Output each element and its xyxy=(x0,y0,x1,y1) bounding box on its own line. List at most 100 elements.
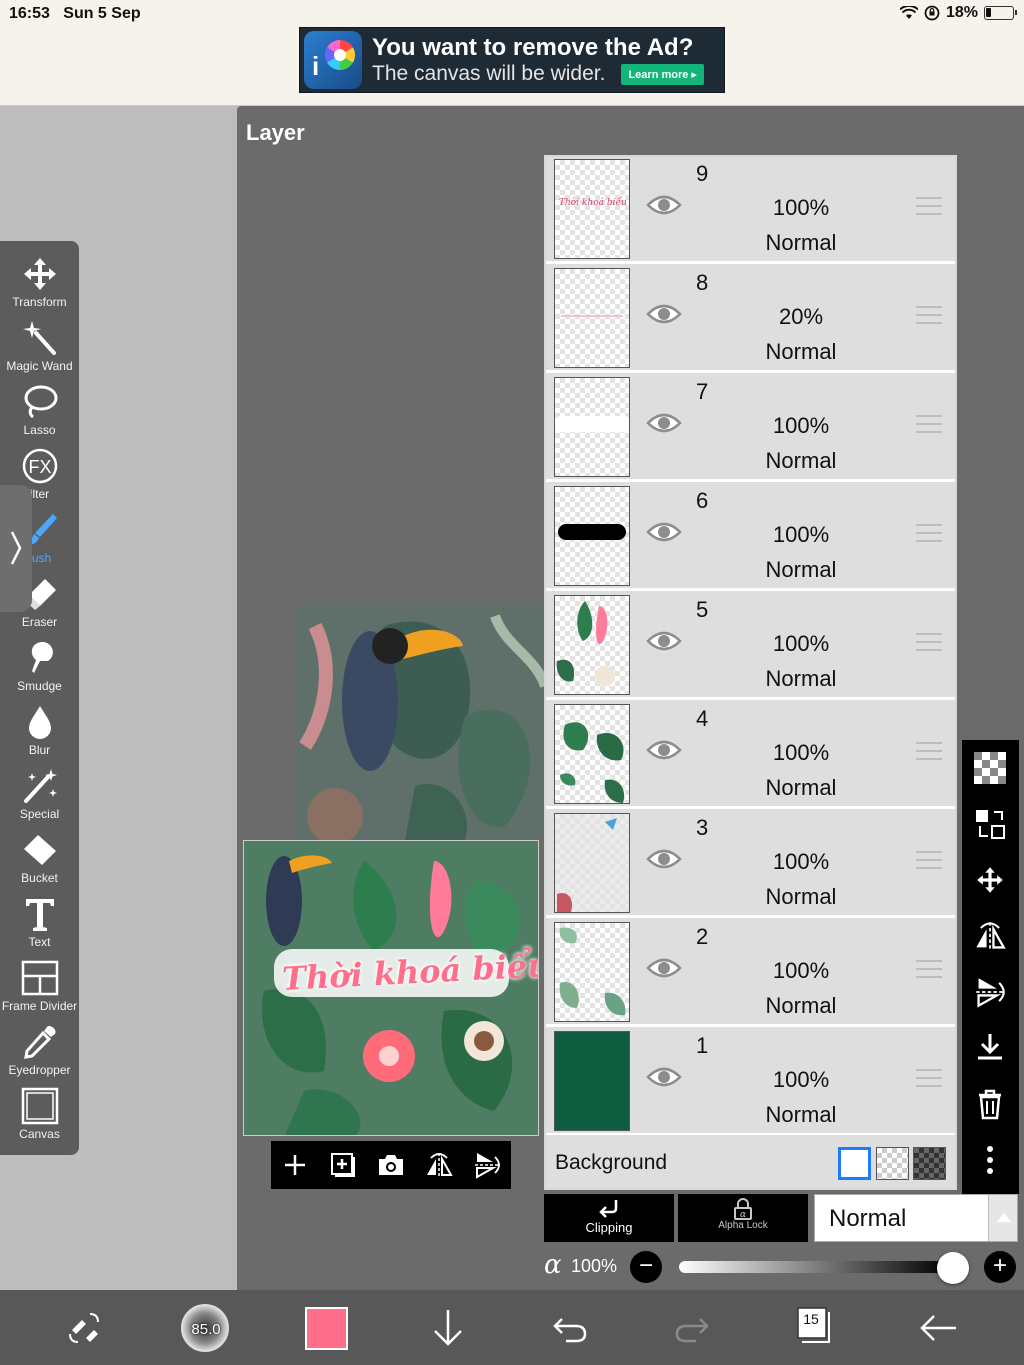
layer-thumbnail xyxy=(554,813,630,913)
status-right: 18% xyxy=(899,4,1017,22)
drag-handle-icon[interactable] xyxy=(916,524,942,542)
swap-layers-icon xyxy=(976,810,1005,839)
alpha-lock-button[interactable]: α Alpha Lock xyxy=(678,1194,808,1242)
eye-icon[interactable] xyxy=(646,956,682,980)
brush-size-button[interactable]: 85.0 xyxy=(181,1304,229,1352)
import-photo-button[interactable] xyxy=(376,1150,406,1180)
opacity-increase-button[interactable]: + xyxy=(984,1251,1016,1283)
blur-drop-icon xyxy=(28,706,51,739)
tool-special[interactable]: Special xyxy=(0,767,79,821)
layer-row-1[interactable]: 1 100% Normal xyxy=(546,1027,955,1135)
layer-opacity: 100% xyxy=(772,740,830,765)
clipping-button[interactable]: Clipping xyxy=(544,1194,674,1242)
lock-icon: α xyxy=(734,1198,752,1220)
more-vertical-icon xyxy=(987,1146,993,1174)
tool-lasso[interactable]: Lasso xyxy=(0,383,79,437)
ibispaint-logo-icon: i xyxy=(304,31,362,89)
layer-row-3[interactable]: 3 100% Normal xyxy=(546,809,955,917)
alpha-icon: α xyxy=(544,1250,562,1280)
opacity-decrease-button[interactable]: − xyxy=(630,1251,662,1283)
background-dark-swatch[interactable] xyxy=(913,1147,946,1180)
fx-icon: FX xyxy=(22,448,57,484)
layer-swap-button[interactable] xyxy=(970,804,1010,844)
eye-icon[interactable] xyxy=(646,193,682,217)
move-layer-button[interactable] xyxy=(970,860,1010,900)
drag-handle-icon[interactable] xyxy=(916,960,942,978)
tool-canvas[interactable]: Canvas xyxy=(0,1087,79,1141)
ad-title: You want to remove the Ad? xyxy=(372,34,694,61)
eye-icon[interactable] xyxy=(646,738,682,762)
duplicate-layer-button[interactable] xyxy=(328,1150,358,1180)
add-layer-copy-icon xyxy=(331,1153,355,1177)
layer-opacity: 100% xyxy=(772,195,830,220)
drag-handle-icon[interactable] xyxy=(916,1069,942,1087)
layer-opacity: 100% xyxy=(772,522,830,547)
flip-horizontal-icon xyxy=(427,1153,453,1177)
scroll-down-button[interactable] xyxy=(424,1304,472,1352)
chevron-right-icon xyxy=(10,531,22,565)
tool-smudge[interactable]: Smudge xyxy=(0,639,79,693)
tool-magic-wand[interactable]: Magic Wand xyxy=(0,319,79,373)
eye-icon[interactable] xyxy=(646,1065,682,1089)
layer-actions-bar xyxy=(271,1141,511,1189)
canvas-preview[interactable]: Thời khoá biểu xyxy=(243,840,539,1136)
more-options-button[interactable] xyxy=(970,1140,1010,1180)
opacity-slider-handle[interactable] xyxy=(937,1252,969,1284)
layer-number: 8 xyxy=(696,270,709,295)
toolbar-expand-handle[interactable] xyxy=(0,485,32,612)
background-transparent-swatch[interactable] xyxy=(876,1147,909,1180)
blend-mode-select[interactable]: Normal xyxy=(814,1194,1018,1242)
layer-number: 4 xyxy=(696,706,709,731)
color-picker-button[interactable] xyxy=(305,1307,348,1350)
flip-vertical-button[interactable] xyxy=(472,1150,502,1180)
layer-row-9[interactable]: Thời khoá biểu 9 100% Normal xyxy=(546,157,955,263)
drag-handle-icon[interactable] xyxy=(916,415,942,433)
ad-learn-more-button[interactable]: Learn more ▸ xyxy=(621,63,704,85)
flip-horizontal-layer-button[interactable] xyxy=(970,916,1010,956)
layer-opacity: 100% xyxy=(772,958,830,983)
tool-transform[interactable]: Transform xyxy=(0,255,79,309)
transparency-grid-button[interactable] xyxy=(970,748,1010,788)
flip-vertical-layer-button[interactable] xyxy=(970,972,1010,1012)
layer-opacity: 100% xyxy=(772,413,830,438)
layer-row-8[interactable]: 8 20% Normal xyxy=(546,264,955,372)
layer-blend-mode: Normal xyxy=(765,884,837,909)
layer-row-7[interactable]: 7 100% Normal xyxy=(546,373,955,481)
drag-handle-icon[interactable] xyxy=(916,633,942,651)
tool-text[interactable]: Text xyxy=(0,895,79,949)
opacity-slider[interactable] xyxy=(679,1261,949,1273)
layer-tools-bar xyxy=(962,740,1019,1194)
layer-row-4[interactable]: 4 100% Normal xyxy=(546,700,955,808)
tool-blur[interactable]: Blur xyxy=(0,703,79,757)
layers-button[interactable]: 15 xyxy=(796,1306,832,1346)
quick-tool-switch-button[interactable] xyxy=(60,1304,108,1352)
layer-thumbnail xyxy=(554,922,630,1022)
drag-handle-icon[interactable] xyxy=(916,197,942,215)
ad-banner[interactable]: i You want to remove the Ad? The canvas … xyxy=(299,27,725,93)
background-white-swatch[interactable] xyxy=(838,1147,871,1180)
background-row: Background xyxy=(546,1135,955,1188)
tool-frame-divider[interactable]: Frame Divider xyxy=(0,959,79,1013)
tool-bucket[interactable]: Bucket xyxy=(0,831,79,885)
eye-icon[interactable] xyxy=(646,520,682,544)
drag-handle-icon[interactable] xyxy=(916,742,942,760)
add-layer-button[interactable] xyxy=(280,1150,310,1180)
layer-row-2[interactable]: 2 100% Normal xyxy=(546,918,955,1026)
eye-icon[interactable] xyxy=(646,411,682,435)
layer-thumbnail xyxy=(554,595,630,695)
layer-row-5[interactable]: 5 100% Normal xyxy=(546,591,955,699)
undo-button[interactable] xyxy=(546,1304,594,1352)
eye-icon[interactable] xyxy=(646,629,682,653)
redo-button[interactable] xyxy=(668,1304,716,1352)
flip-horizontal-button[interactable] xyxy=(424,1150,454,1180)
eye-icon[interactable] xyxy=(646,847,682,871)
layer-row-6[interactable]: 6 100% Normal xyxy=(546,482,955,590)
delete-layer-button[interactable] xyxy=(970,1084,1010,1124)
drag-handle-icon[interactable] xyxy=(916,306,942,324)
back-button[interactable] xyxy=(914,1304,962,1352)
drag-handle-icon[interactable] xyxy=(916,851,942,869)
eye-icon[interactable] xyxy=(646,302,682,326)
merge-down-button[interactable] xyxy=(970,1028,1010,1068)
tool-eyedropper[interactable]: Eyedropper xyxy=(0,1023,79,1077)
layer-list[interactable]: Thời khoá biểu 9 100% Normal 8 20% Norma… xyxy=(544,155,957,1190)
